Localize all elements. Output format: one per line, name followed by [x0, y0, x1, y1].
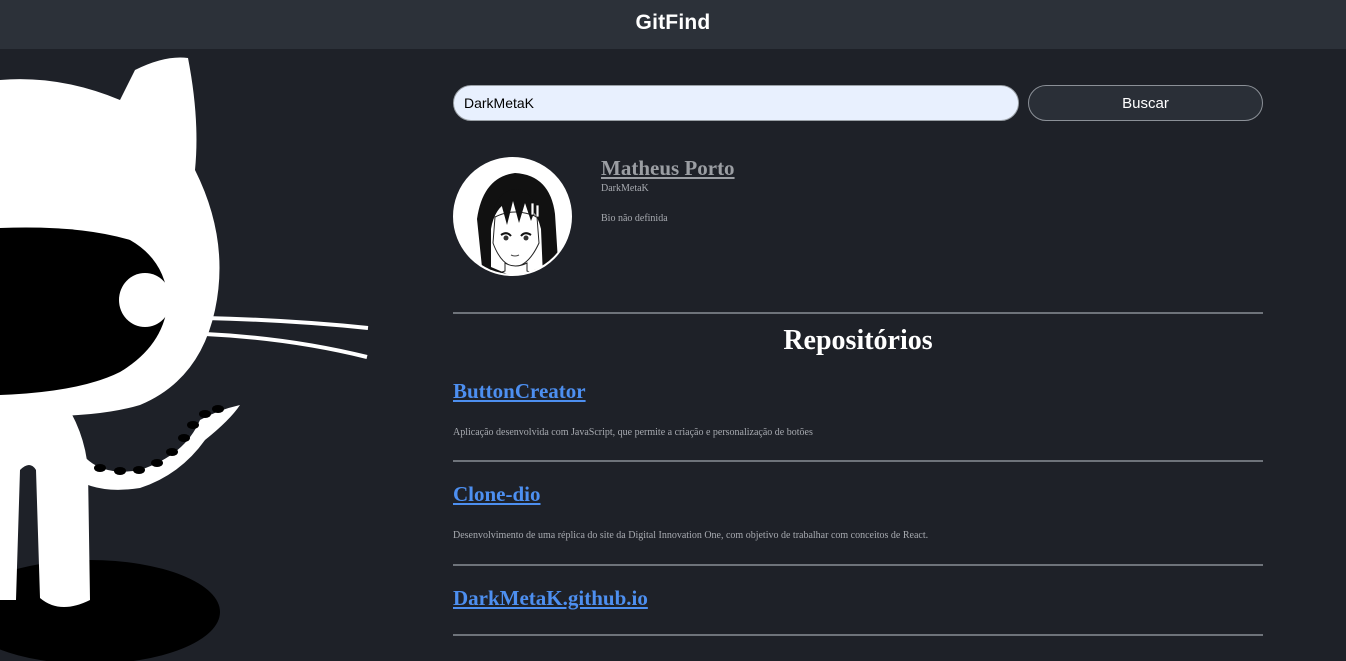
avatar-portrait-illustration — [455, 159, 570, 274]
repo-divider — [453, 634, 1263, 636]
search-input[interactable] — [453, 85, 1019, 121]
repositories-heading: Repositórios — [783, 325, 933, 356]
repo-link[interactable]: Clone-dio — [453, 482, 541, 507]
search-button[interactable]: Buscar — [1028, 85, 1263, 121]
octocat-background-illustration — [0, 57, 369, 661]
profile-divider — [453, 312, 1263, 314]
profile-login: DarkMetaK — [601, 183, 649, 194]
profile-name-link[interactable]: Matheus Porto — [601, 156, 735, 181]
repo-link[interactable]: DarkMetaK.github.io — [453, 586, 648, 611]
octocat-body — [0, 395, 90, 608]
octocat-shadow — [0, 560, 220, 661]
repo-description: Aplicação desenvolvida com JavaScript, q… — [453, 427, 813, 438]
app-title: GitFind — [635, 11, 711, 34]
octocat-tail — [70, 405, 240, 490]
repo-description: Desenvolvimento de uma réplica do site d… — [453, 530, 929, 541]
repo-link[interactable]: ButtonCreator — [453, 379, 586, 404]
avatar — [453, 157, 572, 276]
repo-divider — [453, 460, 1263, 462]
profile-bio: Bio não definida — [601, 213, 668, 224]
octocat-eye — [119, 273, 171, 327]
top-bar: GitFind — [0, 0, 1346, 49]
repo-divider — [453, 564, 1263, 566]
